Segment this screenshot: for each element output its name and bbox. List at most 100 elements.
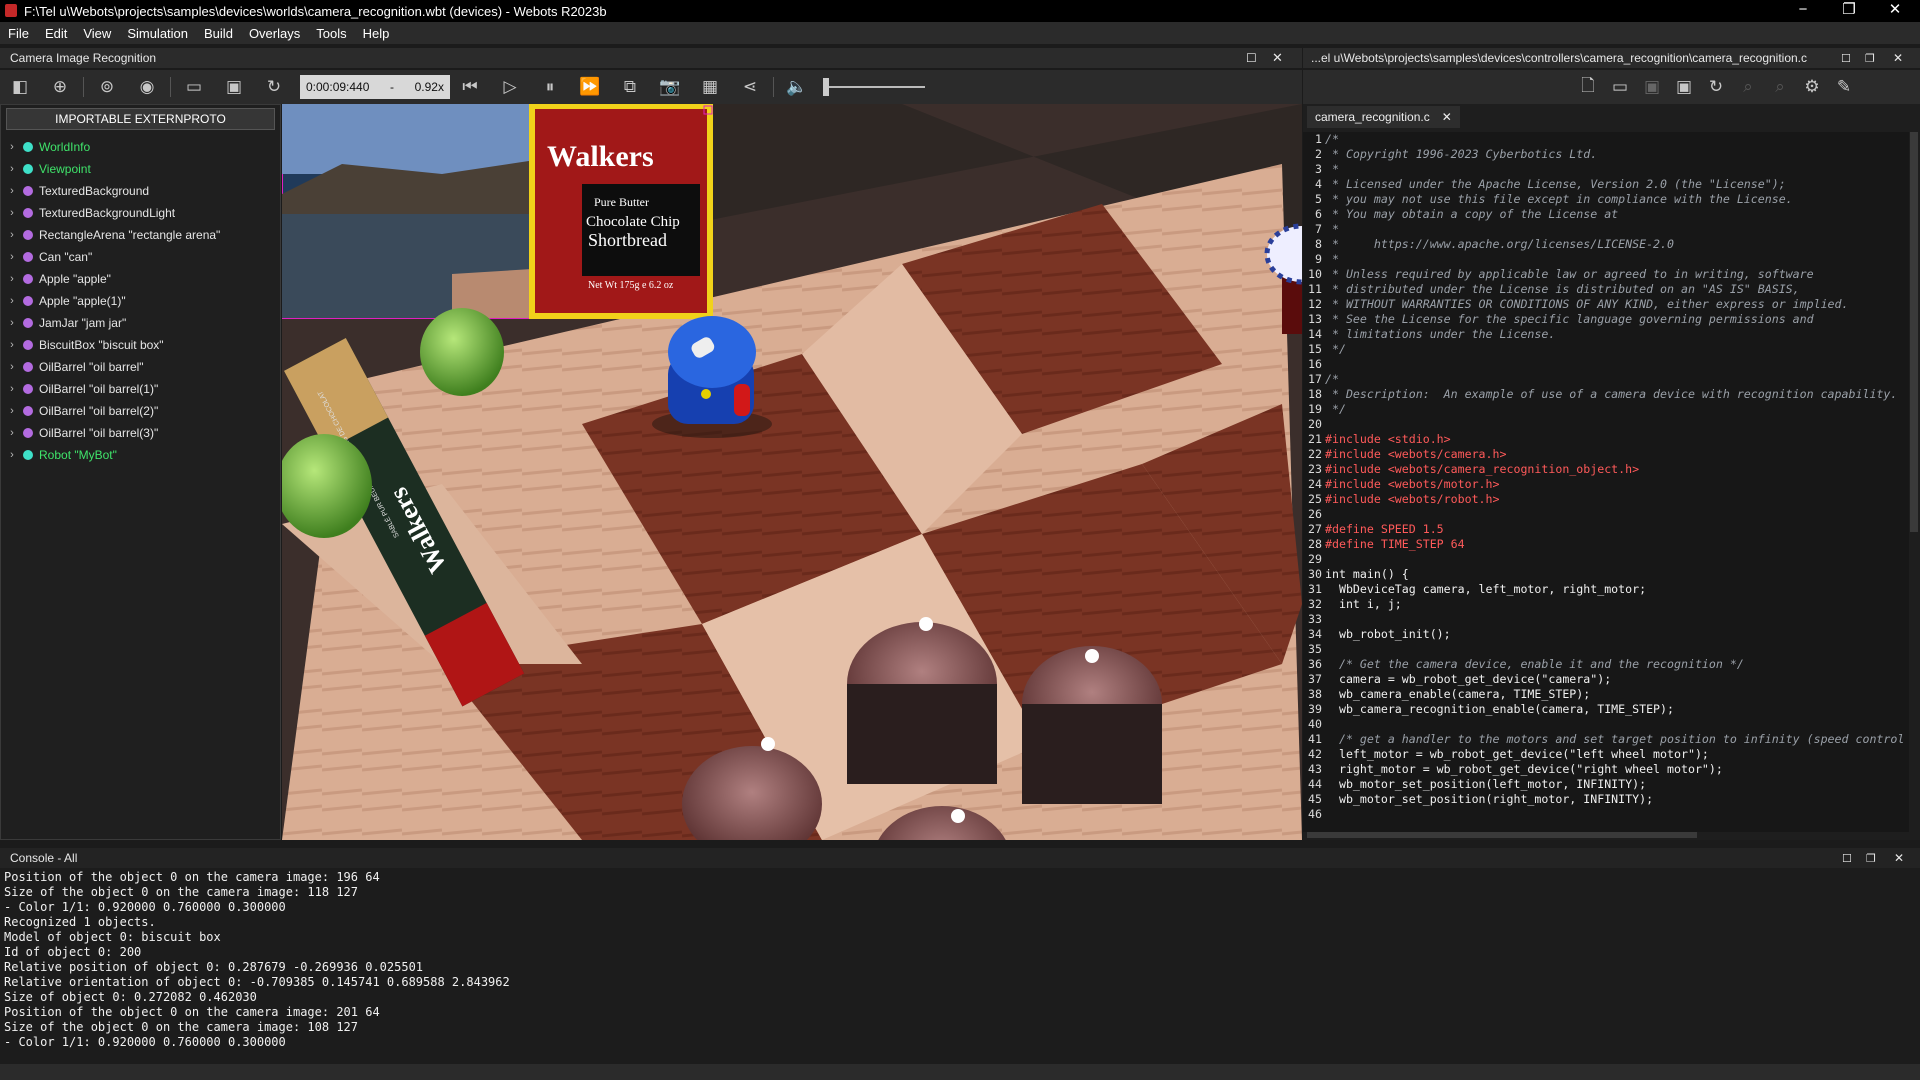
console-restore-icon[interactable]: ❐ [1866, 852, 1876, 865]
scene-tree-node[interactable]: › WorldInfo [1, 136, 280, 158]
menu-edit[interactable]: Edit [37, 26, 75, 41]
fast-forward-icon[interactable]: ⏩ [576, 74, 604, 100]
node-type-icon [23, 142, 33, 152]
line-number: 30 [1308, 567, 1322, 581]
scene-tree-node-label: OilBarrel "oil barrel(3)" [39, 426, 159, 440]
view-eye-icon[interactable]: ◉ [133, 74, 161, 100]
expand-arrow-icon[interactable]: › [1, 273, 23, 285]
revert-icon[interactable]: ↻ [1702, 74, 1730, 100]
scene-tree-node[interactable]: › OilBarrel "oil barrel(3)" [1, 422, 280, 444]
scene-tree-node[interactable]: › BiscuitBox "biscuit box" [1, 334, 280, 356]
scene-tree-node[interactable]: › JamJar "jam jar" [1, 312, 280, 334]
step-icon[interactable]: ▷ [496, 74, 524, 100]
expand-arrow-icon[interactable]: › [1, 207, 23, 219]
find-icon[interactable]: ⌕ [1734, 74, 1762, 100]
menu-build[interactable]: Build [196, 26, 241, 41]
editor-close-icon[interactable]: ✕ [1893, 51, 1903, 65]
code-line: 8 * https://www.apache.org/licenses/LICE… [1303, 237, 1909, 252]
editor-restore-icon[interactable]: ❐ [1865, 52, 1875, 65]
menu-file[interactable]: File [0, 26, 37, 41]
volume-slider-knob[interactable] [823, 78, 829, 96]
scene-tree-node[interactable]: › TexturedBackground [1, 180, 280, 202]
expand-arrow-icon[interactable]: › [1, 163, 23, 175]
3d-scene-view[interactable]: Walkers Pure Butter Chocolate Chip Short… [282, 104, 1302, 840]
expand-arrow-icon[interactable]: › [1, 141, 23, 153]
expand-arrow-icon[interactable]: › [1, 405, 23, 417]
node-type-icon [23, 384, 33, 394]
importable-externproto-button[interactable]: IMPORTABLE EXTERNPROTO [6, 108, 275, 130]
clean-icon[interactable]: ✎ [1830, 74, 1858, 100]
line-number: 15 [1308, 342, 1322, 356]
scene-tree-node[interactable]: › Apple "apple(1)" [1, 290, 280, 312]
scene-tree-node[interactable]: › RectangleArena "rectangle arena" [1, 224, 280, 246]
volume-icon[interactable]: 🔈 [783, 74, 811, 100]
console-line: Size of the object 0 on the camera image… [4, 885, 359, 899]
reset-simulation-icon[interactable]: ⏮ [456, 74, 484, 100]
console-output[interactable]: Position of the object 0 on the camera i… [4, 870, 510, 1050]
add-node-icon[interactable]: ⊕ [46, 74, 74, 100]
dock-close-icon[interactable]: ✕ [1272, 50, 1283, 66]
save-as-icon[interactable]: ▣ [1670, 74, 1698, 100]
editor-float-icon[interactable]: ☐ [1841, 52, 1851, 65]
scene-tree-node[interactable]: › Viewpoint [1, 158, 280, 180]
console-panel: Console - All ☐ ❐ ✕ Position of the obje… [0, 848, 1920, 1064]
expand-arrow-icon[interactable]: › [1, 185, 23, 197]
tab-close-icon[interactable]: ✕ [1442, 110, 1452, 124]
scene-tree-node[interactable]: › OilBarrel "oil barrel" [1, 356, 280, 378]
save-file-icon[interactable]: ▣ [1638, 74, 1666, 100]
open-world-icon[interactable]: ▭ [180, 74, 208, 100]
expand-arrow-icon[interactable]: › [1, 383, 23, 395]
share-icon[interactable]: ⋖ [736, 74, 764, 100]
follow-object-icon[interactable]: ⊚ [93, 74, 121, 100]
dock-float-icon[interactable]: ☐ [1246, 51, 1257, 65]
console-close-icon[interactable]: ✕ [1894, 851, 1904, 865]
open-file-icon[interactable]: ▭ [1606, 74, 1634, 100]
replace-icon[interactable]: ⌕ [1766, 74, 1794, 100]
scene-tree-node[interactable]: › Can "can" [1, 246, 280, 268]
code-text: * Licensed under the Apache License, Ver… [1325, 177, 1786, 191]
menu-tools[interactable]: Tools [308, 26, 354, 41]
save-world-icon[interactable]: ▣ [220, 74, 248, 100]
scene-tree-node[interactable]: › Robot "MyBot" [1, 444, 280, 466]
menu-simulation[interactable]: Simulation [119, 26, 196, 41]
expand-arrow-icon[interactable]: › [1, 449, 23, 461]
scene-tree-node-label: OilBarrel "oil barrel(1)" [39, 382, 159, 396]
movie-record-icon[interactable]: ▦ [696, 74, 724, 100]
console-float-icon[interactable]: ☐ [1842, 852, 1852, 865]
expand-arrow-icon[interactable]: › [1, 317, 23, 329]
editor-horizontal-scrollbar[interactable] [1307, 832, 1697, 838]
expand-arrow-icon[interactable]: › [1, 339, 23, 351]
scene-tree-node[interactable]: › OilBarrel "oil barrel(2)" [1, 400, 280, 422]
screenshot-icon[interactable]: 📷 [656, 74, 684, 100]
expand-arrow-icon[interactable]: › [1, 229, 23, 241]
pause-icon[interactable]: ⏸ [536, 74, 564, 100]
menu-view[interactable]: View [75, 26, 119, 41]
expand-arrow-icon[interactable]: › [1, 361, 23, 373]
code-text-area[interactable]: 1/* 2 * Copyright 1996-2023 Cyberbotics L… [1303, 132, 1909, 832]
expand-arrow-icon[interactable]: › [1, 427, 23, 439]
expand-arrow-icon[interactable]: › [1, 251, 23, 263]
volume-slider[interactable] [823, 78, 925, 96]
menu-overlays[interactable]: Overlays [241, 26, 308, 41]
render-toggle-icon[interactable]: ⧉ [616, 74, 644, 100]
scene-tree-node[interactable]: › Apple "apple" [1, 268, 280, 290]
editor-vertical-scrollbar[interactable] [1910, 132, 1918, 532]
editor-tab[interactable]: camera_recognition.c ✕ [1307, 106, 1460, 128]
scene-tree-node-label: Apple "apple(1)" [39, 294, 126, 308]
scene-tree-node-label: TexturedBackground [39, 184, 150, 198]
menu-help[interactable]: Help [355, 26, 398, 41]
new-file-icon[interactable]: 🗋 [1574, 74, 1602, 100]
toggle-scene-tree-icon[interactable]: ◧ [6, 74, 34, 100]
scene-tree-node[interactable]: › OilBarrel "oil barrel(1)" [1, 378, 280, 400]
close-button[interactable]: ✕ [1872, 0, 1918, 22]
minimize-button[interactable]: − [1780, 0, 1826, 22]
apple-object [420, 308, 504, 396]
code-line: 39 wb_camera_recognition_enable(camera, … [1303, 702, 1909, 717]
build-gear-icon[interactable]: ⚙ [1798, 74, 1826, 100]
expand-arrow-icon[interactable]: › [1, 295, 23, 307]
reload-world-icon[interactable]: ↻ [260, 74, 288, 100]
line-number: 34 [1308, 627, 1322, 641]
maximize-button[interactable]: ❐ [1826, 0, 1872, 22]
scene-tree-node[interactable]: › TexturedBackgroundLight [1, 202, 280, 224]
line-number: 35 [1308, 642, 1322, 656]
